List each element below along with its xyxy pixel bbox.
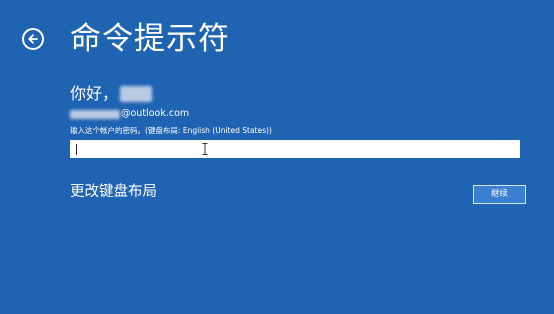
back-arrow-icon [28,34,38,44]
page-title: 命令提示符 [70,21,230,57]
continue-button[interactable]: 继续 [473,185,526,204]
greeting: 你好， [70,83,153,105]
greeting-text: 你好， [70,84,119,103]
password-input[interactable] [70,140,520,158]
email-domain: @outlook.com [121,108,190,119]
password-prompt: 输入这个帐户的密码。(键盘布局: English (United States)… [70,126,272,135]
redacted-username [120,86,153,102]
change-keyboard-layout-link[interactable]: 更改键盘布局 [70,182,157,202]
redacted-email-name [70,109,120,119]
ibeam-cursor-icon [202,143,208,155]
text-caret [76,144,77,155]
back-button[interactable] [22,28,44,50]
account-email: @outlook.com [70,107,189,121]
